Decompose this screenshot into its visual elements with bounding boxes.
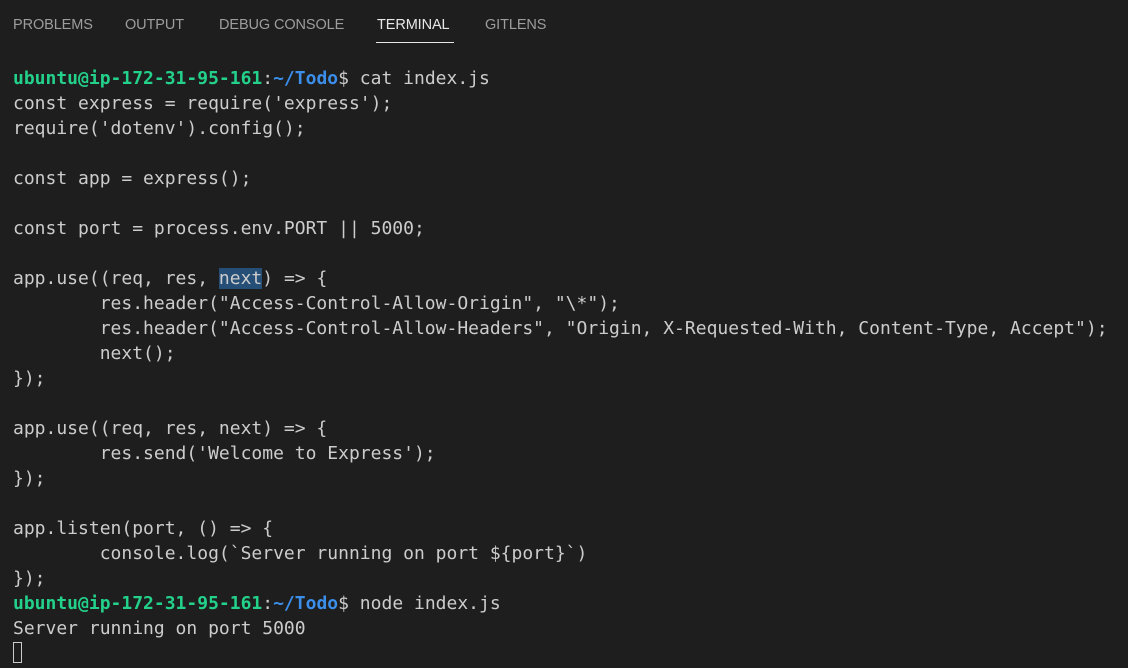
terminal-output[interactable]: ubuntu@ip-172-31-95-161:~/Todo$ cat inde… — [0, 66, 1128, 668]
code-line: res.send('Welcome to Express'); — [13, 443, 436, 464]
terminal-cursor — [13, 642, 22, 663]
code-line: const express = require('express'); — [13, 93, 393, 114]
code-line: require('dotenv').config(); — [13, 118, 306, 139]
code-line: }); — [13, 368, 46, 389]
prompt-path: ~/Todo — [273, 68, 339, 89]
code-line: }); — [13, 468, 46, 489]
prompt-dollar: $ — [338, 593, 349, 614]
code-line: const port = process.env.PORT || 5000; — [13, 218, 425, 239]
prompt-user-host: ubuntu@ip-172-31-95-161 — [13, 593, 263, 614]
code-line: const app = express(); — [13, 168, 252, 189]
tab-terminal[interactable]: TERMINAL — [377, 17, 450, 37]
command-text: node index.js — [348, 593, 501, 614]
code-line: console.log(`Server running on port ${po… — [13, 543, 588, 564]
prompt-separator: : — [262, 593, 274, 614]
code-segment: ) => { — [262, 268, 328, 289]
code-line: app.use((req, res, next) => { — [13, 266, 327, 291]
prompt-line: ubuntu@ip-172-31-95-161:~/Todo$ node ind… — [13, 591, 501, 616]
program-output: Server running on port 5000 — [13, 618, 306, 639]
tab-gitlens[interactable]: GITLENS — [485, 17, 546, 37]
tab-output[interactable]: OUTPUT — [125, 17, 184, 37]
code-line: }); — [13, 568, 46, 589]
command-text: cat index.js — [348, 68, 490, 89]
tab-debug-console[interactable]: DEBUG CONSOLE — [219, 17, 344, 37]
panel-tab-bar: PROBLEMS OUTPUT DEBUG CONSOLE TERMINAL G… — [0, 0, 1128, 52]
code-line: next(); — [13, 343, 176, 364]
text-selection: next — [218, 268, 263, 289]
active-tab-indicator — [376, 42, 454, 43]
tab-problems[interactable]: PROBLEMS — [13, 17, 93, 37]
code-line: app.listen(port, () => { — [13, 518, 274, 539]
prompt-user-host: ubuntu@ip-172-31-95-161 — [13, 68, 263, 89]
code-line: res.header("Access-Control-Allow-Headers… — [13, 318, 1108, 339]
code-segment: app.use((req, res, — [13, 268, 219, 289]
prompt-dollar: $ — [338, 68, 349, 89]
code-line: app.use((req, res, next) => { — [13, 418, 328, 439]
prompt-separator: : — [262, 68, 274, 89]
prompt-path: ~/Todo — [273, 593, 339, 614]
prompt-line: ubuntu@ip-172-31-95-161:~/Todo$ cat inde… — [13, 66, 490, 91]
code-line: res.header("Access-Control-Allow-Origin"… — [13, 293, 620, 314]
